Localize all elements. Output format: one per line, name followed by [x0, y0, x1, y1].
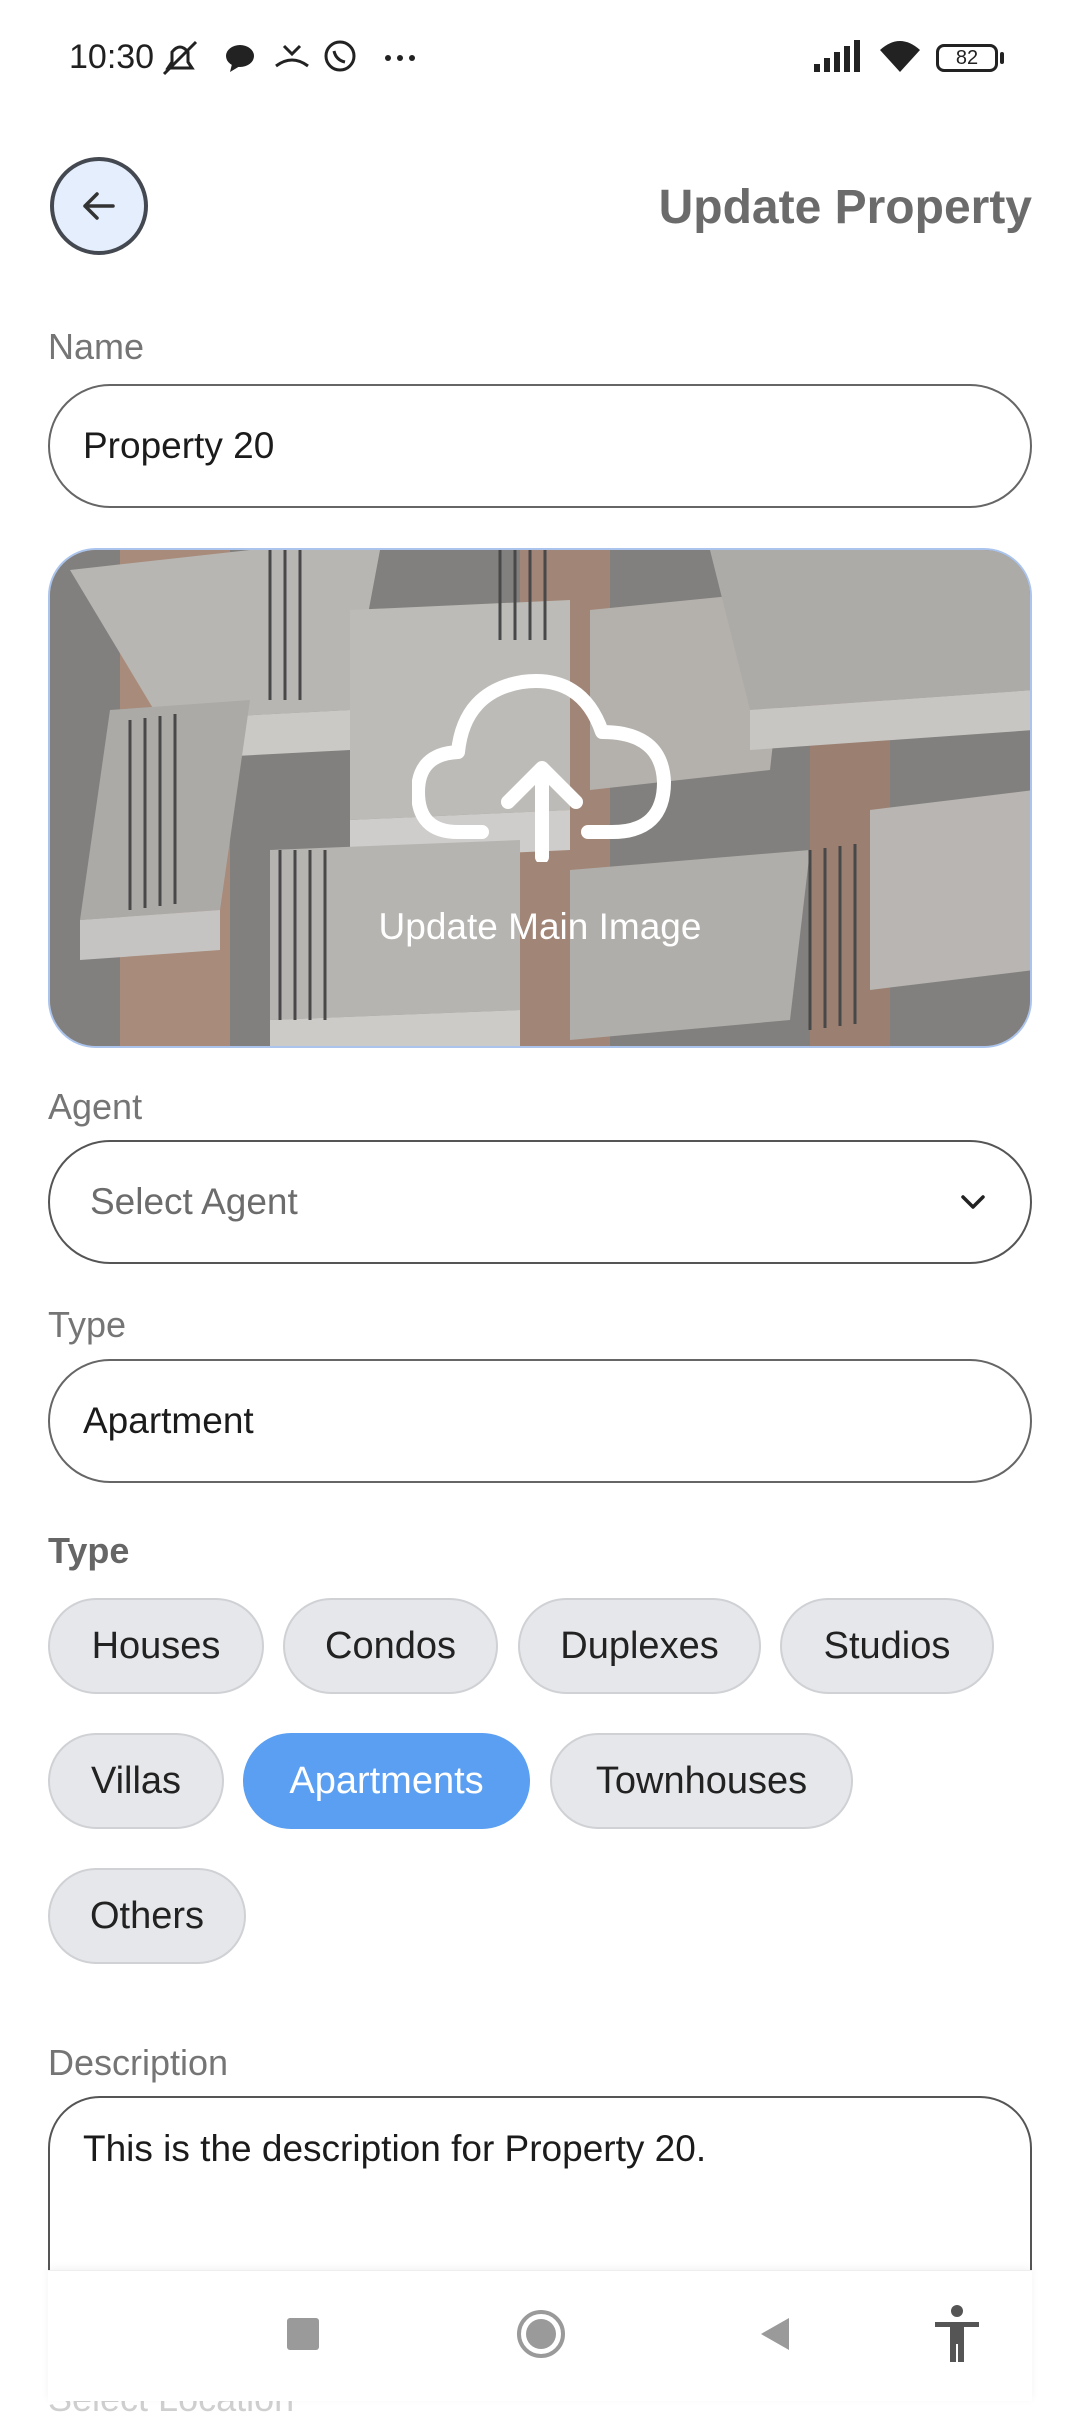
chip-apartments[interactable]: Apartments — [243, 1733, 530, 1829]
wifi-icon — [880, 41, 920, 72]
circle-icon — [517, 2310, 565, 2358]
system-nav-bar — [48, 2270, 1032, 2401]
chip-studios[interactable]: Studios — [780, 1598, 994, 1694]
status-time: 10:30 — [69, 38, 155, 76]
cloud-upload-icon — [412, 674, 671, 862]
notification-icons — [162, 40, 415, 76]
recents-button[interactable] — [268, 2299, 338, 2369]
arrow-left-icon — [83, 192, 115, 220]
chat-icon — [226, 45, 254, 72]
accessibility-button[interactable] — [922, 2299, 992, 2369]
type-input[interactable]: Apartment — [48, 1359, 1032, 1483]
name-input[interactable]: Property 20 — [48, 384, 1032, 508]
signal-icon — [814, 40, 860, 72]
chevron-down-icon — [961, 1195, 985, 1209]
page-title: Update Property — [658, 181, 1032, 234]
square-icon — [287, 2318, 319, 2350]
chip-villas[interactable]: Villas — [48, 1733, 224, 1829]
back-button[interactable] — [50, 157, 148, 255]
triangle-back-icon — [761, 2318, 789, 2350]
chip-others[interactable]: Others — [48, 1868, 246, 1964]
chip-condos[interactable]: Condos — [283, 1598, 498, 1694]
type-label: Type — [48, 1304, 127, 1345]
agent-select-placeholder: Select Agent — [90, 1181, 298, 1222]
whatsapp-icon — [324, 40, 356, 72]
name-label: Name — [48, 326, 145, 367]
battery-tip — [1000, 52, 1004, 64]
chip-duplexes[interactable]: Duplexes — [518, 1598, 761, 1694]
accessibility-icon — [935, 2305, 979, 2362]
agent-label: Agent — [48, 1086, 143, 1127]
battery-indicator: 82 — [936, 44, 998, 72]
chip-townhouses[interactable]: Townhouses — [550, 1733, 853, 1829]
status-bar: 10:30 82 — [0, 0, 1080, 120]
update-main-image-label: Update Main Image — [378, 906, 702, 947]
muted-bell-icon — [162, 40, 198, 76]
main-image-upload[interactable]: Update Main Image — [48, 548, 1032, 1048]
type-chips-title: Type — [48, 1530, 130, 1571]
chip-houses[interactable]: Houses — [48, 1598, 264, 1694]
missed-call-icon — [275, 44, 309, 68]
more-icon — [385, 55, 415, 61]
back-nav-button[interactable] — [740, 2299, 810, 2369]
agent-select[interactable]: Select Agent — [48, 1140, 1032, 1264]
description-label: Description — [48, 2042, 229, 2083]
home-button[interactable] — [506, 2299, 576, 2369]
